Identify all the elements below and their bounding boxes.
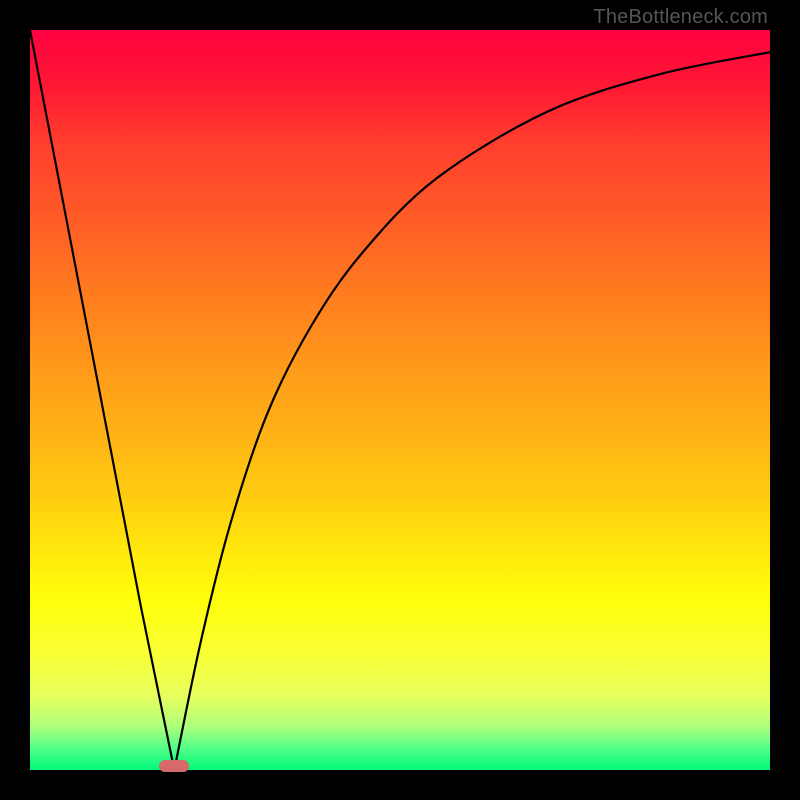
plot-area: [30, 30, 770, 770]
curve-left: [30, 30, 174, 770]
minimum-marker: [159, 760, 189, 772]
watermark-text: TheBottleneck.com: [593, 6, 768, 29]
curve-right: [174, 52, 770, 770]
chart-frame: TheBottleneck.com: [0, 0, 800, 800]
curve-svg: [30, 30, 770, 770]
